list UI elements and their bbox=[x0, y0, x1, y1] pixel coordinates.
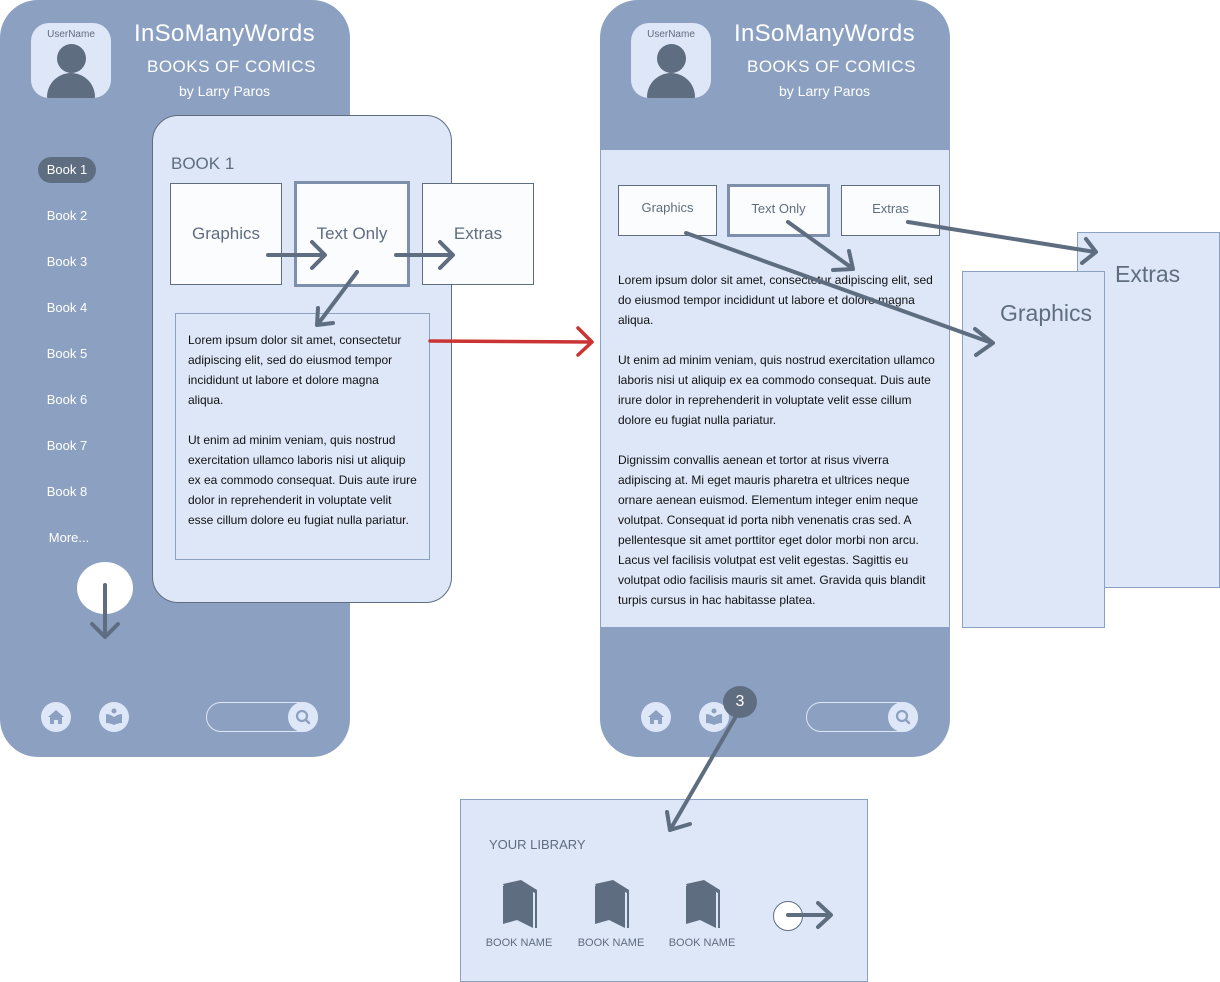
library-next-button[interactable] bbox=[773, 901, 803, 931]
book-name: BOOK NAME bbox=[485, 937, 553, 949]
library-book[interactable]: BOOK NAME bbox=[571, 878, 651, 949]
avatar-head-icon bbox=[657, 44, 686, 73]
sidebar-item-book-3[interactable]: Book 3 bbox=[38, 249, 96, 275]
reading-icon bbox=[106, 708, 122, 725]
paragraph: Dignissim convallis aenean et tortor at … bbox=[618, 453, 926, 607]
paragraph: Lorem ipsum dolor sit amet, consectetur … bbox=[618, 273, 933, 327]
search-icon bbox=[895, 709, 911, 724]
paragraph: Ut enim ad minim veniam, quis nostrud ex… bbox=[188, 433, 417, 527]
book-icon bbox=[595, 880, 629, 928]
app-subtitle: BOOKS OF COMICS bbox=[147, 57, 317, 76]
library-book[interactable]: BOOK NAME bbox=[662, 878, 742, 949]
home-button[interactable] bbox=[641, 702, 671, 732]
sidebar-item-book-6[interactable]: Book 6 bbox=[38, 387, 96, 413]
app-title: InSoManyWords bbox=[734, 20, 915, 47]
library-count-badge: 3 bbox=[723, 686, 757, 718]
library-title: YOUR LIBRARY bbox=[489, 837, 586, 852]
username-label: UserName bbox=[47, 29, 95, 40]
extras-panel-label: Extras bbox=[1115, 261, 1181, 287]
reader-option-extras[interactable]: Extras bbox=[841, 185, 940, 236]
home-button[interactable] bbox=[41, 702, 71, 732]
graphics-panel: Graphics bbox=[962, 271, 1105, 628]
app-author: by Larry Paros bbox=[779, 83, 871, 99]
avatar-head-icon bbox=[57, 44, 86, 73]
avatar-body-icon bbox=[647, 73, 695, 98]
avatar-body-icon bbox=[47, 73, 95, 98]
reader-option-text-only[interactable]: Text Only bbox=[727, 184, 830, 237]
transition-arrow bbox=[428, 326, 594, 357]
text-preview: Lorem ipsum dolor sit amet, consectetur … bbox=[175, 313, 430, 560]
reader-option-graphics[interactable]: Graphics bbox=[618, 185, 717, 236]
avatar[interactable]: UserName bbox=[31, 23, 111, 98]
sidebar-item-book-2[interactable]: Book 2 bbox=[38, 203, 96, 229]
username-label: UserName bbox=[647, 29, 695, 40]
option-text-only[interactable]: Text Only bbox=[294, 181, 410, 287]
search-icon bbox=[295, 709, 311, 724]
sidebar-item-more[interactable]: More... bbox=[38, 525, 100, 551]
option-graphics[interactable]: Graphics bbox=[170, 183, 282, 285]
paragraph: Ut enim ad minim veniam, quis nostrud ex… bbox=[618, 353, 935, 427]
reading-button[interactable] bbox=[99, 702, 129, 732]
graphics-panel-label: Graphics bbox=[1000, 300, 1093, 326]
library-panel: YOUR LIBRARY BOOK NAME BOOK NAME BOOK NA… bbox=[460, 799, 868, 982]
scroll-down-button[interactable] bbox=[77, 562, 133, 614]
app-author: by Larry Paros bbox=[179, 83, 271, 99]
app-subtitle: BOOKS OF COMICS bbox=[747, 57, 917, 76]
search-button[interactable] bbox=[888, 701, 918, 732]
library-book[interactable]: BOOK NAME bbox=[479, 878, 559, 949]
phone-screen-reader: UserName InSoManyWords BOOKS OF COMICS b… bbox=[600, 0, 950, 757]
book-name: BOOK NAME bbox=[668, 937, 736, 949]
sidebar-item-book-7[interactable]: Book 7 bbox=[38, 433, 96, 459]
sidebar-item-book-5[interactable]: Book 5 bbox=[38, 341, 96, 367]
search-button[interactable] bbox=[288, 701, 318, 732]
option-extras[interactable]: Extras bbox=[422, 183, 534, 285]
book-icon bbox=[686, 880, 720, 928]
book-title: BOOK 1 bbox=[171, 154, 235, 173]
sidebar-item-book-4[interactable]: Book 4 bbox=[38, 295, 96, 321]
search-input[interactable] bbox=[806, 701, 918, 732]
paragraph: Lorem ipsum dolor sit amet, consectetur … bbox=[188, 333, 402, 407]
book-name: BOOK NAME bbox=[577, 937, 645, 949]
home-icon bbox=[648, 710, 664, 724]
home-icon bbox=[48, 710, 64, 724]
avatar[interactable]: UserName bbox=[631, 23, 711, 98]
sidebar-item-book-8[interactable]: Book 8 bbox=[38, 479, 96, 505]
search-input[interactable] bbox=[206, 701, 318, 732]
sidebar-item-book-1[interactable]: Book 1 bbox=[38, 157, 96, 183]
book-icon bbox=[503, 880, 537, 928]
reader-text: Lorem ipsum dolor sit amet, consectetur … bbox=[618, 270, 940, 630]
app-title: InSoManyWords bbox=[134, 20, 315, 47]
